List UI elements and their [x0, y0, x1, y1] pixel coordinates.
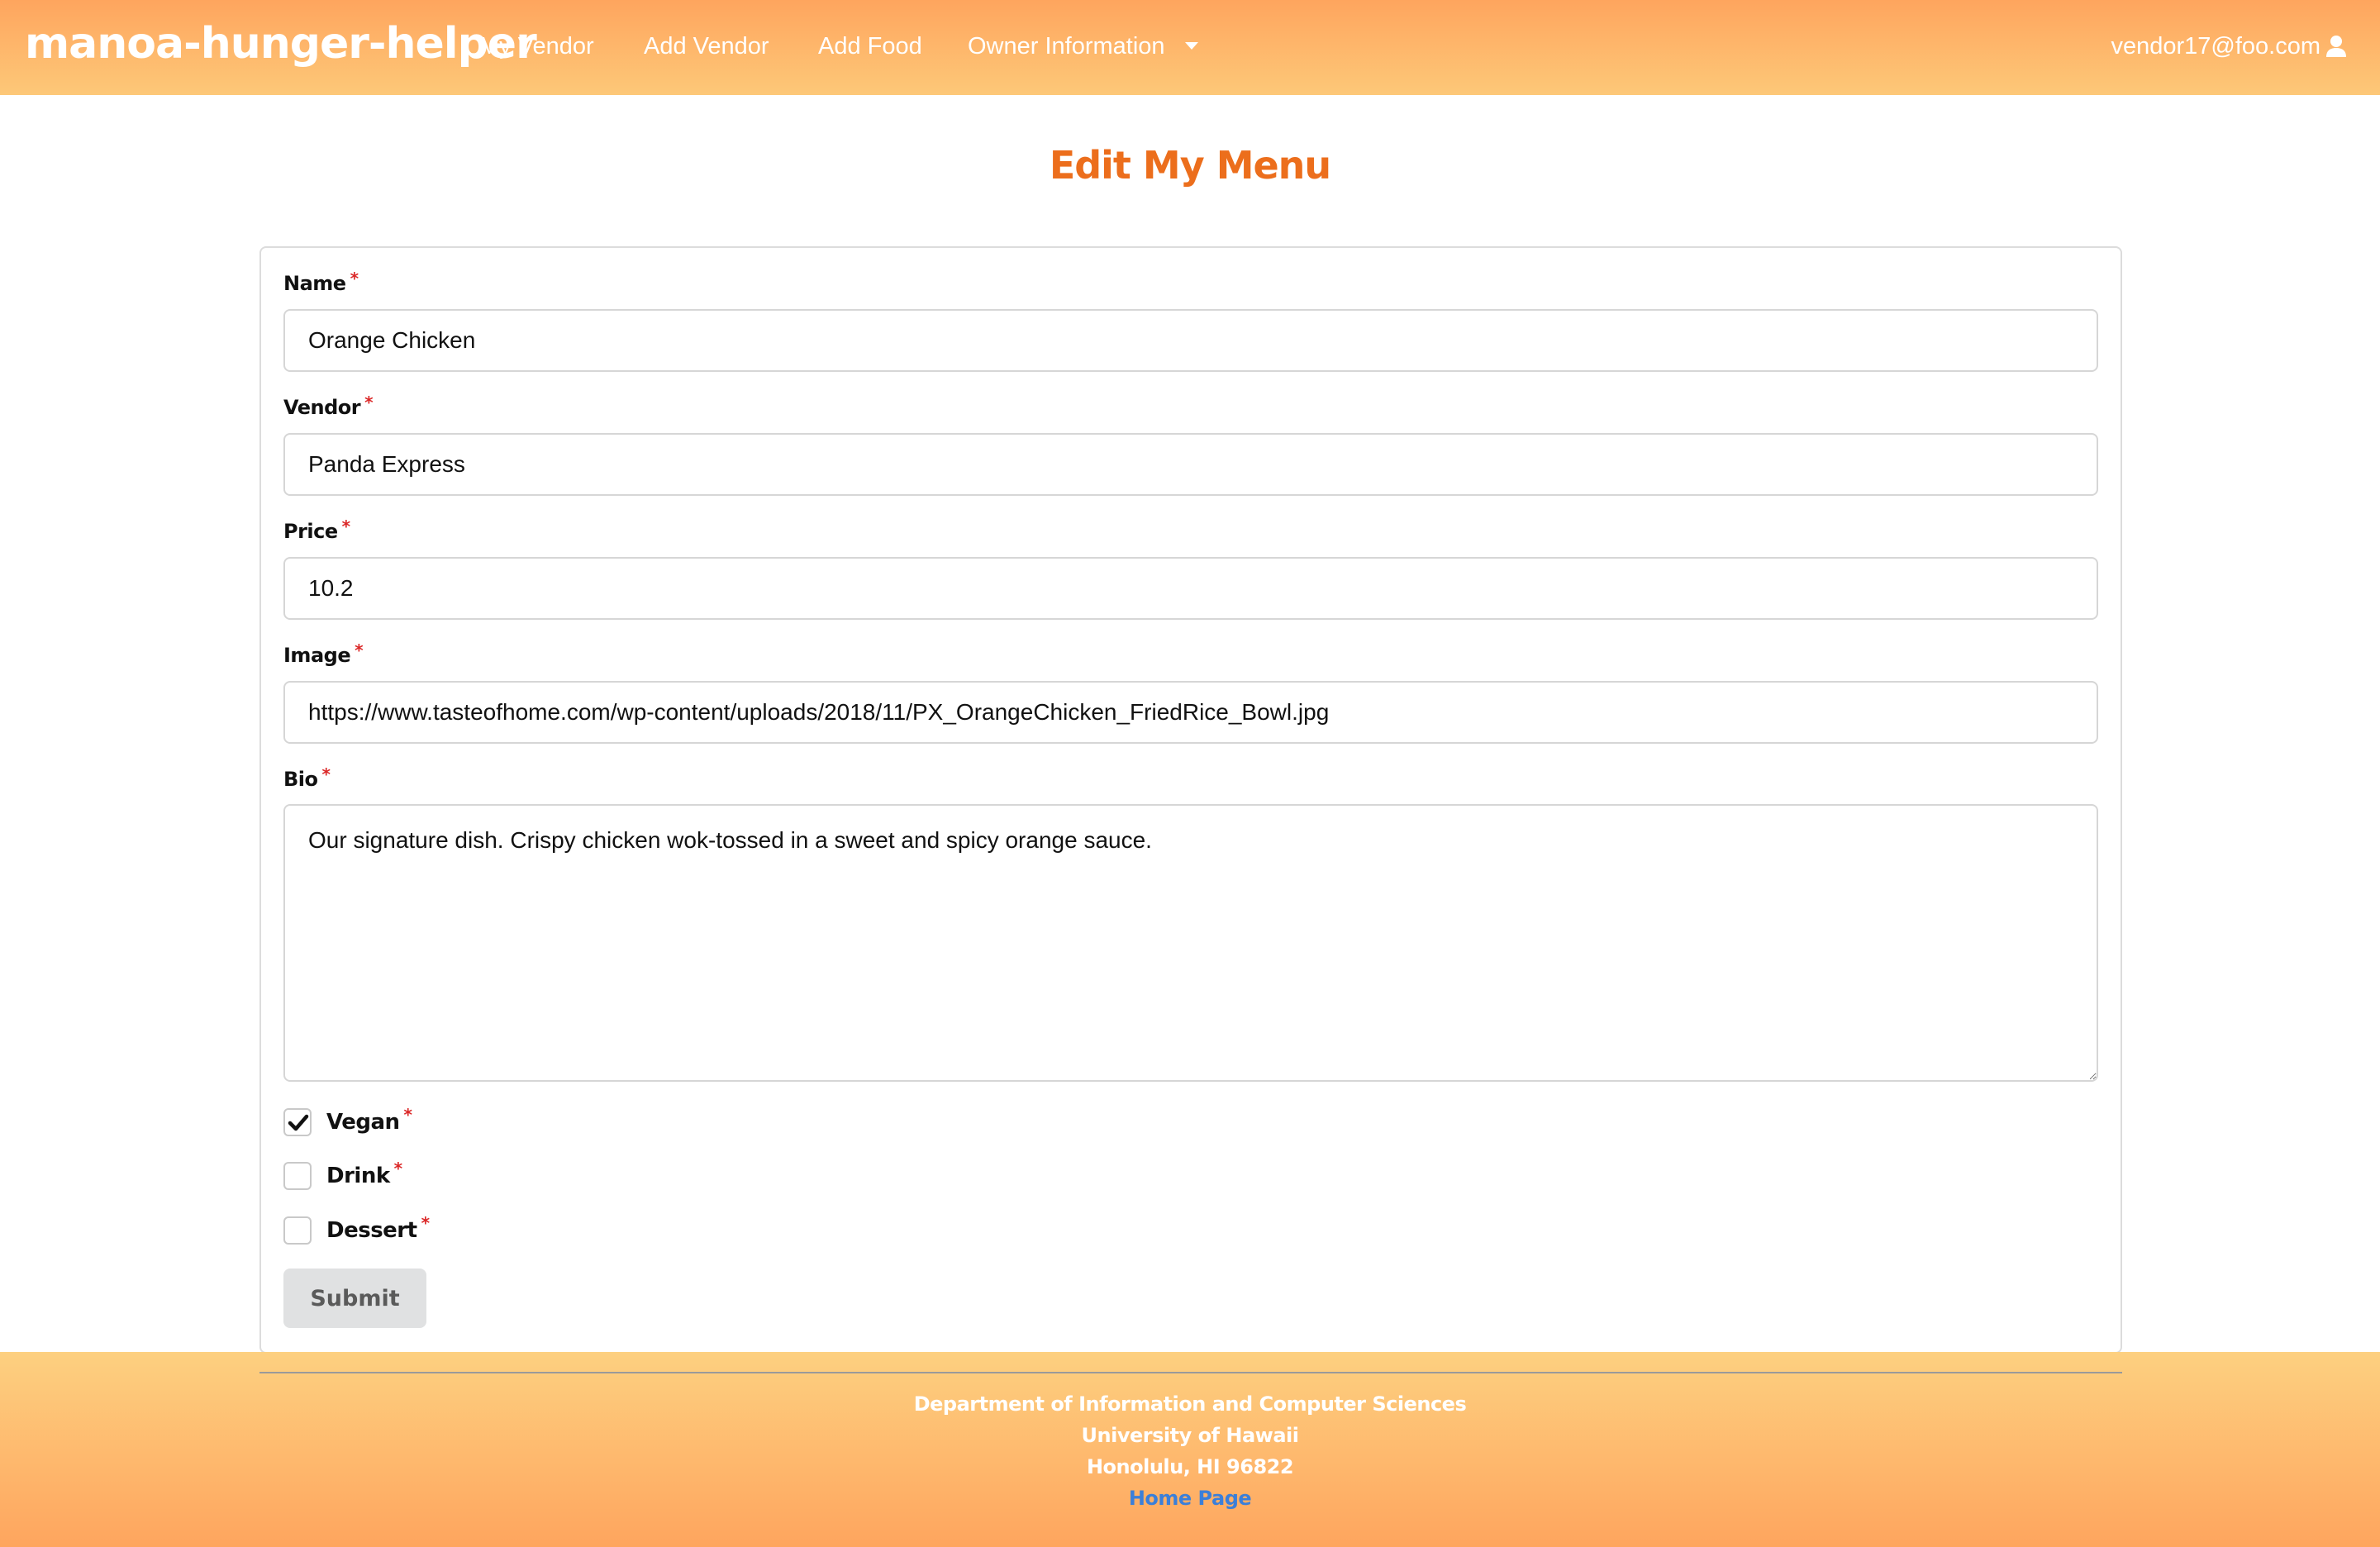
edit-menu-form-card [259, 246, 2122, 1354]
nav-dropdown-owner-information[interactable]: Owner Information [968, 30, 1198, 63]
name-label-text: Name [283, 272, 346, 295]
nav-link-add-vendor[interactable]: Add Vendor [644, 30, 769, 63]
nav-dropdown-label: Owner Information [968, 33, 1165, 60]
vegan-checkbox-row[interactable]: Vegan * [283, 1105, 412, 1137]
footer-city: Honolulu, HI 96822 [1086, 1455, 1294, 1478]
dessert-label-text: Dessert [326, 1218, 417, 1243]
required-marker: * [321, 764, 331, 784]
user-menu[interactable]: vendor17@foo.com [2111, 30, 2347, 63]
submit-button[interactable]: Submit [283, 1269, 426, 1328]
footer-university: University of Hawaii [1081, 1424, 1299, 1447]
footer-divider [259, 1372, 2122, 1373]
checkmark-icon [288, 1114, 309, 1131]
price-field-label: Price * [283, 516, 350, 545]
price-input[interactable] [283, 557, 2098, 620]
name-input[interactable] [283, 309, 2098, 372]
image-label-text: Image [283, 644, 351, 667]
vendor-field-label: Vendor * [283, 393, 374, 421]
vendor-label-text: Vendor [283, 396, 361, 419]
user-email: vendor17@foo.com [2111, 33, 2320, 60]
vendor-input[interactable] [283, 433, 2098, 496]
brand-logo-link[interactable]: manoa-hunger-helper [25, 15, 537, 73]
caret-down-icon [1184, 41, 1198, 50]
required-marker: * [364, 393, 374, 412]
top-navbar: manoa-hunger-helper My Vendor Add Vendor… [0, 0, 2380, 95]
bio-textarea[interactable]: Our signature dish. Crispy chicken wok-t… [283, 804, 2098, 1082]
user-icon [2325, 35, 2347, 58]
drink-label: Drink * [326, 1159, 402, 1188]
required-marker: * [350, 269, 359, 288]
bio-label-text: Bio [283, 768, 318, 791]
image-url-input[interactable] [283, 681, 2098, 744]
required-marker: * [341, 516, 350, 536]
image-field-label: Image * [283, 640, 364, 669]
price-label-text: Price [283, 520, 338, 543]
drink-label-text: Drink [326, 1164, 390, 1188]
drink-checkbox-row[interactable]: Drink * [283, 1159, 402, 1191]
vegan-checkbox[interactable] [283, 1108, 312, 1136]
required-marker: * [421, 1213, 430, 1233]
nav-link-add-food[interactable]: Add Food [818, 30, 922, 63]
required-marker: * [355, 640, 364, 660]
drink-checkbox[interactable] [283, 1162, 312, 1190]
bio-field-label: Bio * [283, 764, 331, 793]
dessert-checkbox-row[interactable]: Dessert * [283, 1213, 430, 1245]
vegan-label: Vegan * [326, 1105, 412, 1135]
required-marker: * [393, 1159, 402, 1178]
nav-link-my-vendor[interactable]: My Vendor [479, 30, 594, 63]
required-marker: * [403, 1105, 412, 1125]
dessert-label: Dessert * [326, 1213, 430, 1243]
dessert-checkbox[interactable] [283, 1216, 312, 1245]
name-field-label: Name * [283, 269, 359, 297]
home-page-link[interactable]: Home Page [1129, 1487, 1252, 1510]
vegan-label-text: Vegan [326, 1110, 400, 1135]
page-title: Edit My Menu [1049, 143, 1331, 188]
footer-address: Department of Information and Computer S… [0, 1388, 2380, 1514]
footer-department: Department of Information and Computer S… [913, 1392, 1467, 1416]
footer: Department of Information and Computer S… [0, 1352, 2380, 1547]
